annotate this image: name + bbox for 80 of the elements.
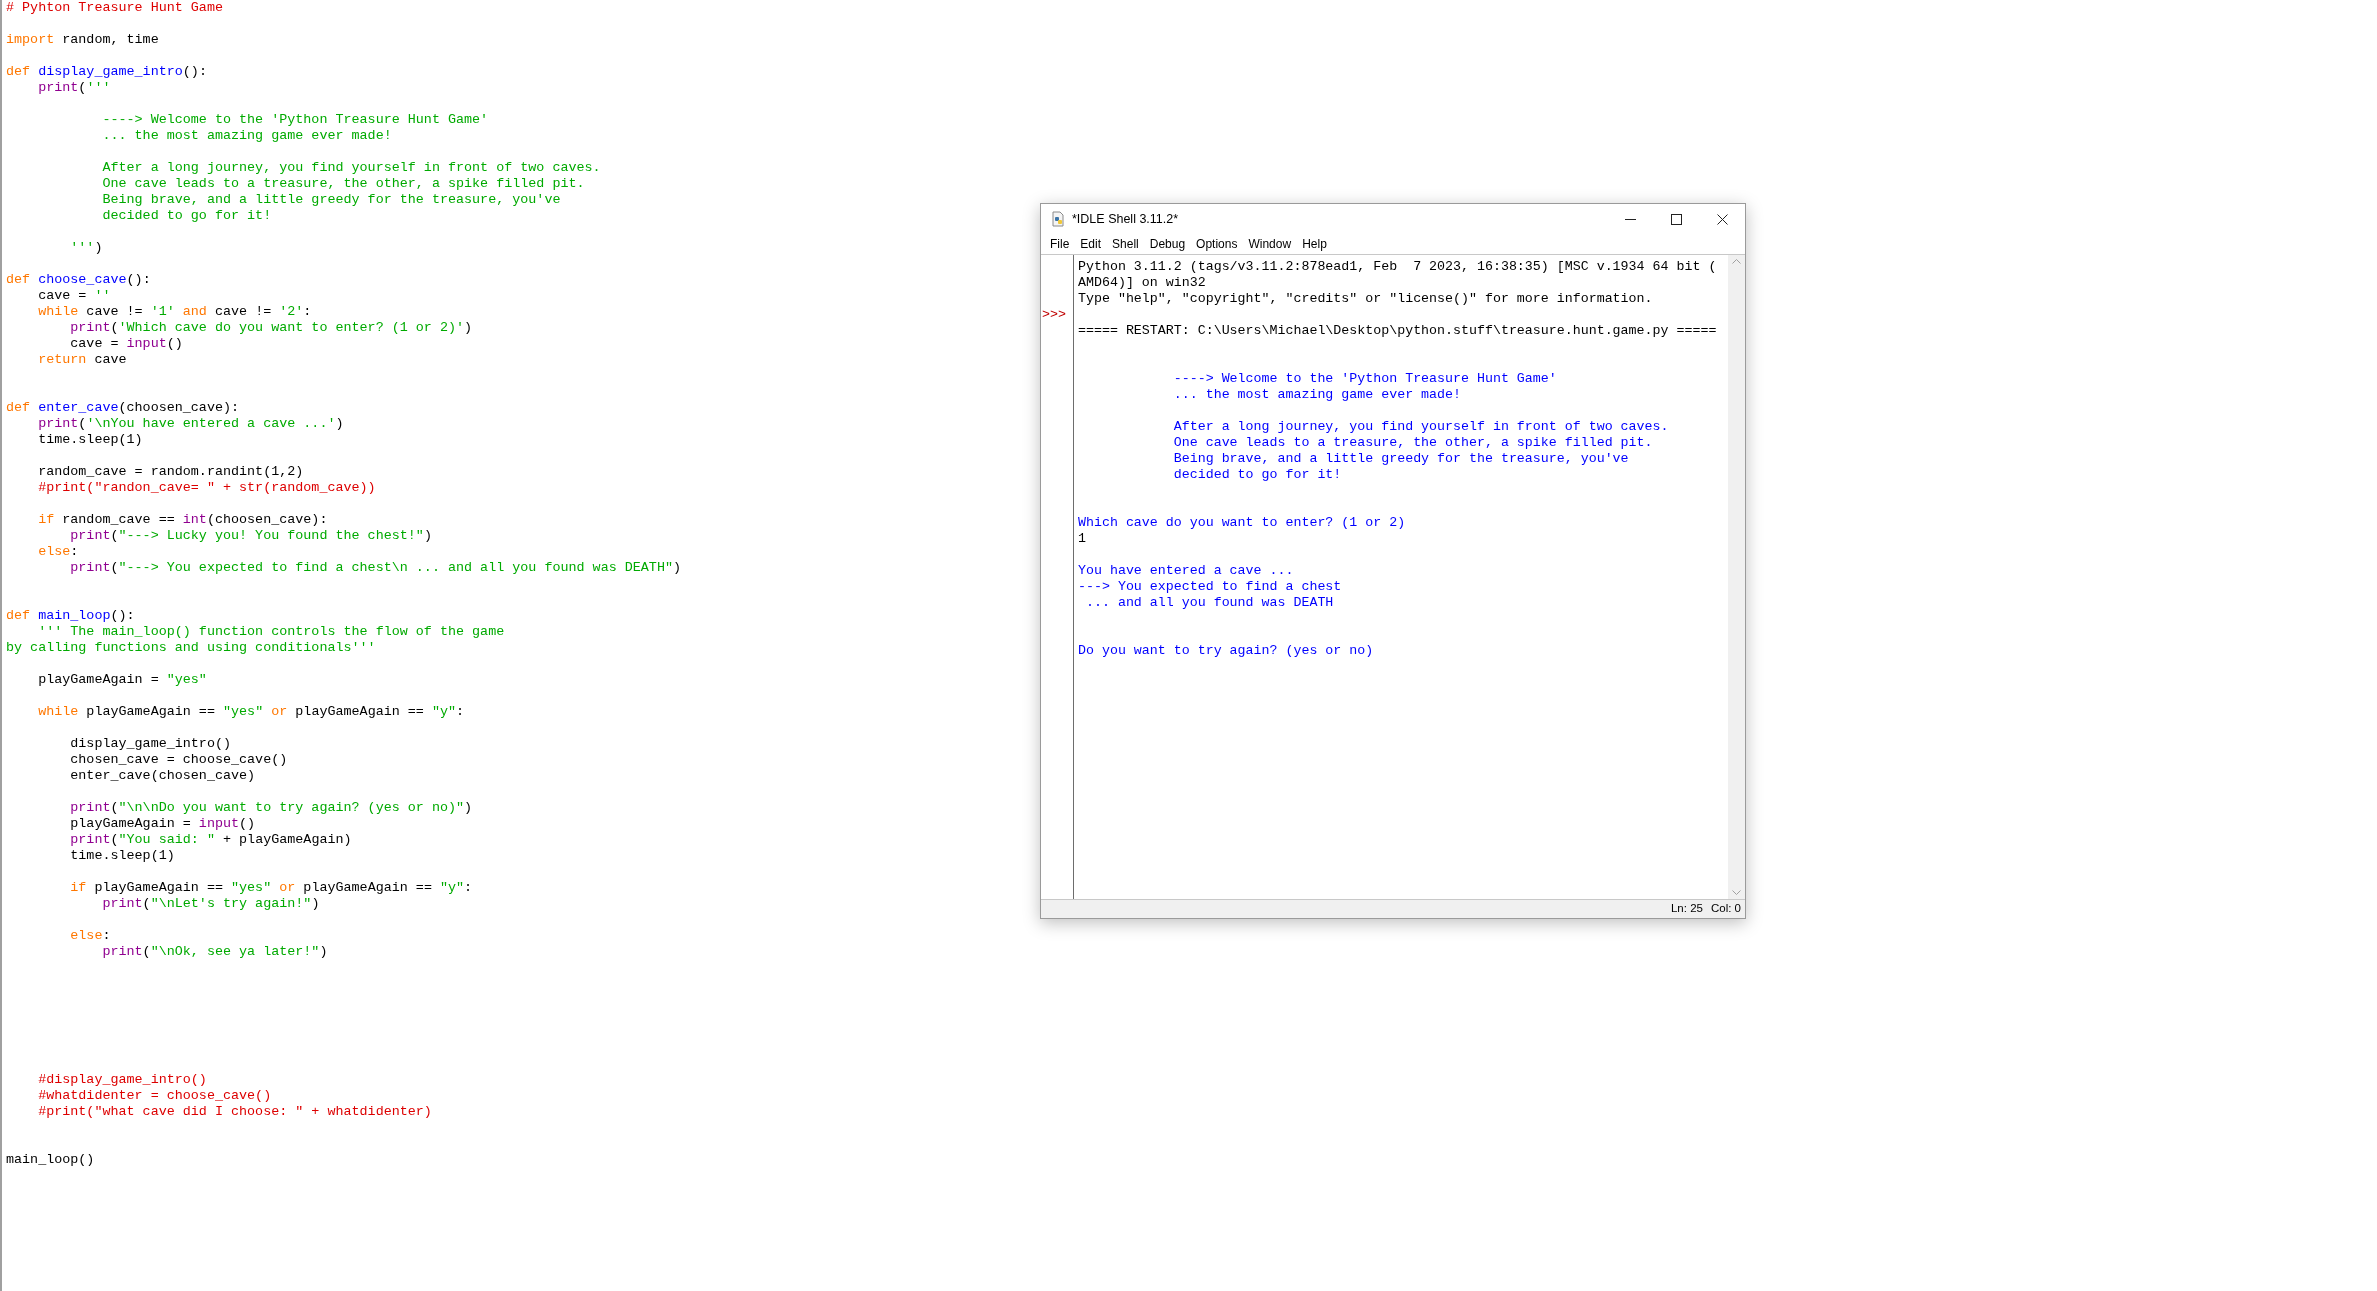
code-line: def enter_cave(choosen_cave): bbox=[6, 400, 240, 416]
window-title: *IDLE Shell 3.11.2* bbox=[1072, 210, 1179, 228]
code-line: main_loop() bbox=[6, 1152, 95, 1168]
code-line: def main_loop(): bbox=[6, 608, 135, 624]
shell-line: Do you want to try again? (yes or no) bbox=[1078, 643, 1374, 659]
shell-line: Being brave, and a little greedy for the treasure, you've bbox=[1172, 451, 1629, 467]
shell-line: 1 bbox=[1078, 531, 1086, 547]
code-line: playGameAgain = "yes" bbox=[37, 672, 207, 688]
code-line: #print("randon_cave= " + str(random_cave)) bbox=[37, 480, 376, 496]
menu-item[interactable]: Help bbox=[1297, 235, 1332, 253]
code-line: display_game_intro() bbox=[69, 736, 231, 752]
shell-line: ---> You expected to find a chest bbox=[1078, 579, 1342, 595]
code-line: print("You said: " + playGameAgain) bbox=[69, 832, 352, 848]
code-line: if playGameAgain == "yes" or playGameAgain == "y": bbox=[69, 880, 473, 896]
shell-line: Which cave do you want to enter? (1 or 2) bbox=[1078, 515, 1406, 531]
code-line: while cave != '1' and cave != '2': bbox=[37, 304, 312, 320]
code-line: print(''' bbox=[37, 80, 111, 96]
shell-line: You have entered a cave ... bbox=[1078, 563, 1294, 579]
code-line: print("---> Lucky you! You found the chest!") bbox=[69, 528, 432, 544]
scrollbar[interactable] bbox=[1728, 255, 1745, 899]
code-line: def display_game_intro(): bbox=[6, 64, 207, 80]
code-line: time.sleep(1) bbox=[37, 432, 143, 448]
shell-line: ===== RESTART: C:\Users\Michael\Desktop\python.stuff\treasure.hunt.game.py ===== bbox=[1078, 323, 1717, 339]
code-line: ''' The main_loop() function controls the flow of the game bbox=[37, 624, 505, 640]
code-line: print('Which cave do you want to enter? (1 or 2)') bbox=[69, 320, 473, 336]
code-line: import random, time bbox=[6, 32, 159, 48]
code-line: time.sleep(1) bbox=[69, 848, 175, 864]
menu-item[interactable]: File bbox=[1045, 235, 1075, 253]
code-line: ----> Welcome to the 'Python Treasure Hunt Game' bbox=[101, 112, 489, 128]
status-text: Col: 0 bbox=[1710, 901, 1741, 917]
shell-line: ----> Welcome to the 'Python Treasure Hunt Game' bbox=[1172, 371, 1557, 387]
shell-line: AMD64)] on win32 bbox=[1078, 275, 1206, 291]
shell-line: ... the most amazing game ever made! bbox=[1172, 387, 1461, 403]
code-line: cave = input() bbox=[69, 336, 183, 352]
code-line: chosen_cave = choose_cave() bbox=[69, 752, 288, 768]
code-line: ... the most amazing game ever made! bbox=[101, 128, 392, 144]
code-line: enter_cave(chosen_cave) bbox=[69, 768, 256, 784]
scroll-down-icon bbox=[1732, 890, 1741, 895]
shell-line: decided to go for it! bbox=[1172, 467, 1342, 483]
code-line: else: bbox=[69, 928, 111, 944]
code-line: print("\nLet's try again!") bbox=[101, 896, 320, 912]
shell-line: Python 3.11.2 (tags/v3.11.2:878ead1, Feb 7 2023, 16:38:35) [MSC v.1934 64 bit ( bbox=[1078, 259, 1717, 275]
code-line: print("\nOk, see ya later!") bbox=[101, 944, 328, 960]
code-line: One cave leads to a treasure, the other, a spike filled pit. bbox=[101, 176, 585, 192]
code-line: else: bbox=[37, 544, 79, 560]
code-line: def choose_cave(): bbox=[6, 272, 151, 288]
code-line: Being brave, and a little greedy for the treasure, you've bbox=[101, 192, 561, 208]
scroll-up-icon bbox=[1732, 259, 1741, 264]
code-line: #display_game_intro() bbox=[37, 1072, 207, 1088]
minimize-icon bbox=[1624, 218, 1636, 220]
code-line: decided to go for it! bbox=[101, 208, 272, 224]
python-file-icon bbox=[1050, 211, 1066, 227]
shell-line: After a long journey, you find yourself in front of two caves. bbox=[1172, 419, 1669, 435]
code-line: #print("what cave did I choose: " + whatdidenter) bbox=[37, 1104, 432, 1120]
shell-line: Type "help", "copyright", "credits" or "license()" for more information. bbox=[1078, 291, 1653, 307]
code-line: print("---> You expected to find a chest\n ... and all you found was DEATH") bbox=[69, 560, 682, 576]
code-line: ''') bbox=[69, 240, 103, 256]
shell-line: One cave leads to a treasure, the other, a spike filled pit. bbox=[1172, 435, 1653, 451]
menu-item[interactable]: Shell bbox=[1107, 235, 1144, 253]
menu-item[interactable]: Debug bbox=[1144, 235, 1191, 253]
code-line: playGameAgain = input() bbox=[69, 816, 256, 832]
code-line: random_cave = random.randint(1,2) bbox=[37, 464, 304, 480]
code-line: by calling functions and using conditionals''' bbox=[6, 640, 376, 656]
code-line: return cave bbox=[37, 352, 127, 368]
close-icon bbox=[1716, 213, 1728, 225]
menu-item[interactable]: Options bbox=[1191, 235, 1243, 253]
code-line: if random_cave == int(choosen_cave): bbox=[37, 512, 328, 528]
code-line: cave = '' bbox=[37, 288, 111, 304]
code-line: print("\n\nDo you want to try again? (yes or no)") bbox=[69, 800, 473, 816]
code-line: #whatdidenter = choose_cave() bbox=[37, 1088, 272, 1104]
status-text: Ln: 25 bbox=[1670, 901, 1703, 917]
menu-item[interactable]: Window bbox=[1243, 235, 1297, 253]
menu-item[interactable]: Edit bbox=[1075, 235, 1107, 253]
shell-line: ... and all you found was DEATH bbox=[1084, 595, 1334, 611]
maximize-icon bbox=[1670, 213, 1682, 225]
code-line: print('\nYou have entered a cave ...') bbox=[37, 416, 344, 432]
shell-prompt: >>> bbox=[1041, 307, 1066, 323]
code-line: while playGameAgain == "yes" or playGameAgain == "y": bbox=[37, 704, 465, 720]
code-line: After a long journey, you find yourself in front of two caves. bbox=[101, 160, 601, 176]
code-line: # Pyhton Treasure Hunt Game bbox=[6, 0, 223, 16]
